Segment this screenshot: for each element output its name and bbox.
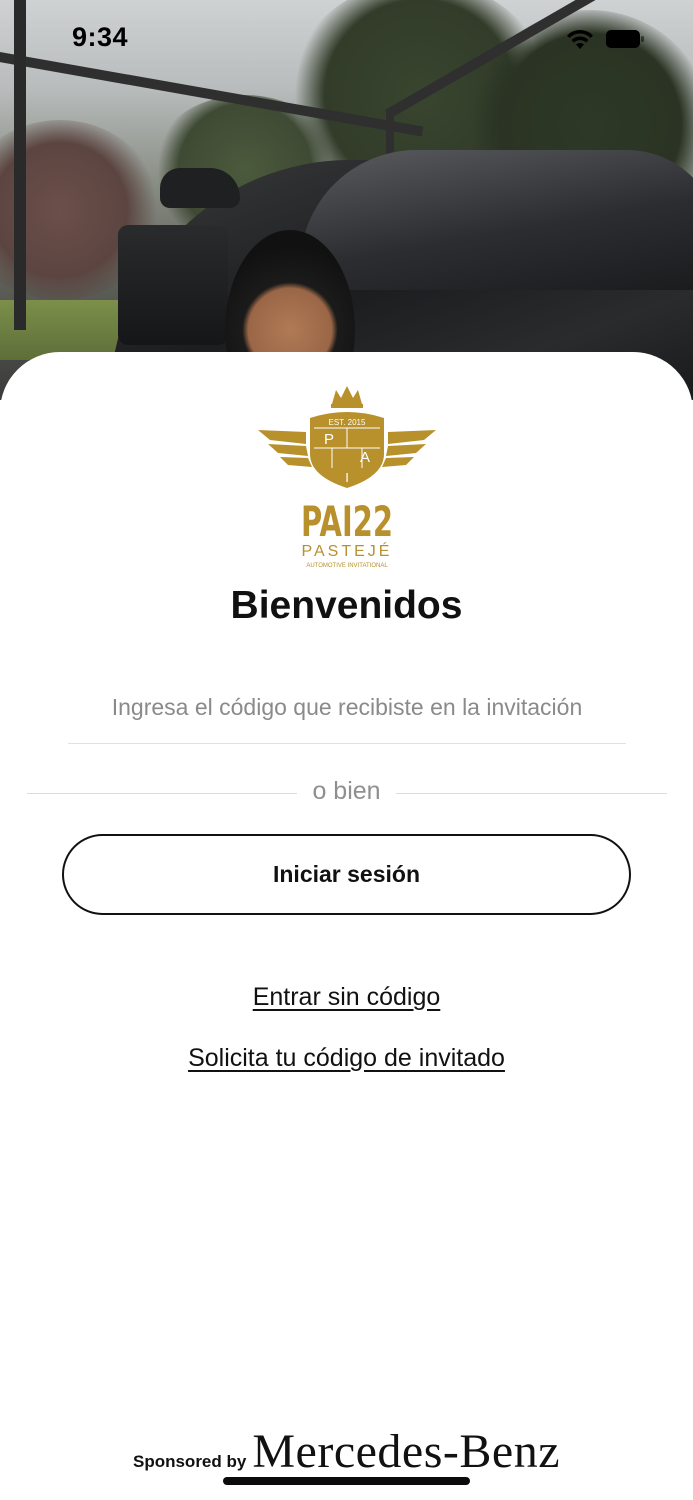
login-button-label: Iniciar sesión [272, 861, 420, 887]
divider-line-right [396, 793, 667, 794]
sponsor-brand-logo: Mercedes-Benz [252, 1425, 561, 1478]
sponsor-label: Sponsored by [132, 1452, 247, 1471]
request-invite-code-link[interactable]: Solicita tu código de invitado [0, 1044, 693, 1073]
pai22-logo: EST. 2015 P A I PAI22 PASTEJÉ AUTOMOTIVE… [258, 386, 436, 569]
sponsor-banner: Sponsored by Mercedes-Benz [0, 1424, 693, 1479]
logo-letter-i: I [345, 470, 349, 485]
logo-tagline: AUTOMOTIVE INVITATIONAL [306, 563, 388, 569]
login-button[interactable]: Iniciar sesión [62, 834, 631, 915]
divider-line-left [27, 793, 297, 794]
home-indicator [223, 1477, 470, 1485]
logo-letter-a: A [360, 449, 370, 466]
welcome-title: Bienvenidos [230, 584, 463, 627]
status-bar-time: 9:34 [72, 22, 129, 52]
wifi-icon [567, 29, 593, 49]
hero-car-photo [0, 0, 693, 400]
logo-wordmark: PAI22 [301, 497, 393, 546]
logo-shield-text: EST. 2015 [329, 418, 366, 427]
logo-letter-p: P [324, 431, 334, 448]
enter-without-code-link[interactable]: Entrar sin código [0, 983, 693, 1012]
logo-subtitle: PASTEJÉ [302, 541, 393, 560]
battery-icon [606, 30, 644, 48]
invitation-code-input[interactable] [68, 672, 626, 744]
divider-label: o bien [312, 777, 381, 805]
